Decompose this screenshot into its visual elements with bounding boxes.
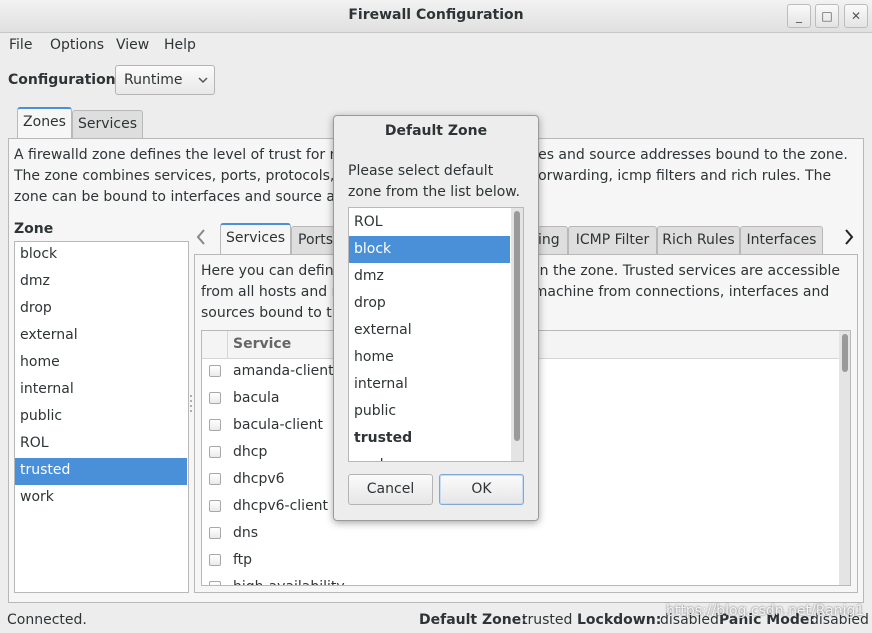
- chevron-right-icon: [842, 229, 856, 252]
- service-name: amanda-client: [233, 363, 334, 379]
- configuration-value: Runtime: [124, 72, 183, 88]
- close-button[interactable]: ✕: [844, 4, 868, 28]
- tab-services[interactable]: Services: [72, 110, 143, 138]
- header-divider: [227, 331, 228, 358]
- service-name: dns: [233, 525, 259, 541]
- tab-zones[interactable]: Zones: [17, 107, 72, 139]
- zone-list-label: Zone: [14, 221, 54, 237]
- table-row: ftp: [202, 548, 836, 575]
- configuration-combo[interactable]: Runtime: [115, 65, 215, 95]
- close-icon: ✕: [850, 9, 862, 23]
- menu-file[interactable]: File: [9, 37, 32, 53]
- service-checkbox[interactable]: [209, 365, 221, 377]
- table-row: high-availability: [202, 575, 836, 585]
- zone-item-external[interactable]: external: [15, 323, 187, 350]
- service-column-header[interactable]: Service: [233, 336, 291, 352]
- ok-button[interactable]: OK: [439, 474, 524, 505]
- dialog-zone-item-home[interactable]: home: [349, 344, 510, 371]
- dialog-prompt-line-1: Please select default: [348, 163, 494, 179]
- minimize-icon: _: [796, 9, 802, 23]
- dialog-zone-item-drop[interactable]: drop: [349, 290, 510, 317]
- subtab-interfaces[interactable]: Interfaces: [740, 226, 823, 254]
- pane-resize-handle[interactable]: [189, 392, 193, 416]
- service-checkbox[interactable]: [209, 554, 221, 566]
- watermark: https://blog.csdn.net/Ranig1: [666, 603, 865, 619]
- subtab-rich-rules[interactable]: Rich Rules: [657, 226, 740, 254]
- subtab-ports[interactable]: Ports: [291, 226, 335, 254]
- default-zone-value: trusted: [522, 612, 573, 628]
- service-name: bacula-client: [233, 417, 324, 433]
- service-name: ftp: [233, 552, 253, 568]
- dialog-zone-item-work[interactable]: work: [349, 452, 510, 461]
- dialog-zone-item-external[interactable]: external: [349, 317, 510, 344]
- default-zone-dialog: Default Zone Please select default zone …: [333, 115, 539, 521]
- dialog-zone-item-public[interactable]: public: [349, 398, 510, 425]
- dialog-zone-item-rol[interactable]: ROL: [349, 209, 510, 236]
- zone-item-internal[interactable]: internal: [15, 377, 187, 404]
- zone-item-public[interactable]: public: [15, 404, 187, 431]
- chevron-left-icon: [194, 229, 208, 252]
- zone-item-work[interactable]: work: [15, 485, 187, 512]
- subtab-services[interactable]: Services: [220, 223, 291, 255]
- window-title: Firewall Configuration: [348, 7, 524, 23]
- menu-options[interactable]: Options: [50, 37, 104, 53]
- services-scrollbar-thumb[interactable]: [842, 334, 848, 372]
- dialog-prompt-line-2: zone from the list below.: [348, 184, 520, 200]
- service-checkbox[interactable]: [209, 500, 221, 512]
- dialog-zone-item-internal[interactable]: internal: [349, 371, 510, 398]
- service-name: high-availability: [233, 579, 345, 585]
- chevron-down-icon: [198, 70, 208, 93]
- dialog-zone-item-dmz[interactable]: dmz: [349, 263, 510, 290]
- dialog-zone-item-block[interactable]: block: [349, 236, 510, 263]
- dialog-scrollbar-thumb[interactable]: [514, 211, 520, 441]
- tabs-prev-button[interactable]: [194, 226, 212, 248]
- table-row: dns: [202, 521, 836, 548]
- menu-view[interactable]: View: [116, 37, 149, 53]
- dialog-zone-list[interactable]: ROL block dmz drop external home interna…: [348, 207, 524, 462]
- service-name: dhcp: [233, 444, 268, 460]
- service-checkbox[interactable]: [209, 392, 221, 404]
- menu-help[interactable]: Help: [164, 37, 196, 53]
- configuration-label: Configuration:: [8, 72, 122, 88]
- subtab-masquerading-partial[interactable]: ing: [538, 226, 568, 254]
- tabs-next-button[interactable]: [842, 226, 860, 248]
- maximize-icon: □: [821, 9, 833, 23]
- service-name: dhcpv6: [233, 471, 285, 487]
- lockdown-label: Lockdown:: [577, 612, 662, 628]
- service-checkbox[interactable]: [209, 581, 221, 585]
- service-checkbox[interactable]: [209, 419, 221, 431]
- subtab-icmp-filter[interactable]: ICMP Filter: [568, 226, 657, 254]
- service-name: bacula: [233, 390, 280, 406]
- service-checkbox[interactable]: [209, 446, 221, 458]
- zone-list[interactable]: block dmz drop external home internal pu…: [14, 241, 189, 593]
- zone-item-rol[interactable]: ROL: [15, 431, 187, 458]
- service-checkbox[interactable]: [209, 473, 221, 485]
- dialog-scrollbar[interactable]: [511, 208, 523, 461]
- dialog-prompt: Please select default zone from the list…: [348, 161, 520, 203]
- maximize-button[interactable]: □: [815, 4, 839, 28]
- connection-status: Connected.: [7, 612, 87, 628]
- dialog-title: Default Zone: [384, 123, 488, 139]
- service-name: dhcpv6-client: [233, 498, 329, 514]
- zone-item-block[interactable]: block: [15, 242, 187, 269]
- service-checkbox[interactable]: [209, 527, 221, 539]
- zone-item-drop[interactable]: drop: [15, 296, 187, 323]
- default-zone-label: Default Zone:: [419, 612, 527, 628]
- minimize-button[interactable]: _: [787, 4, 811, 28]
- dialog-zone-item-trusted[interactable]: trusted: [349, 425, 510, 452]
- zone-item-trusted[interactable]: trusted: [15, 458, 187, 485]
- zone-item-dmz[interactable]: dmz: [15, 269, 187, 296]
- zone-item-home[interactable]: home: [15, 350, 187, 377]
- cancel-button[interactable]: Cancel: [348, 474, 433, 505]
- services-scrollbar[interactable]: [839, 331, 850, 585]
